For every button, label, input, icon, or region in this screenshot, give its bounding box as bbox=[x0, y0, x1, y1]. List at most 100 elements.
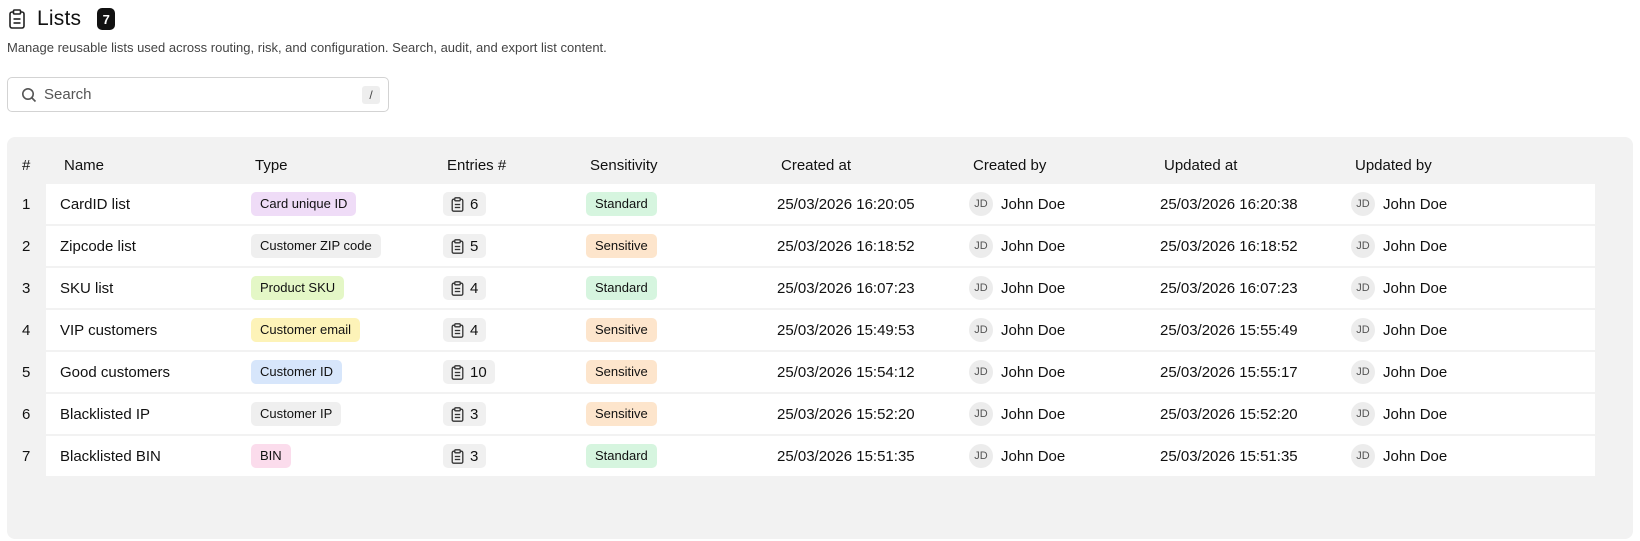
table-row[interactable]: 6 Blacklisted IP Customer IP 3 Sensitive… bbox=[22, 394, 1595, 434]
row-updated-at: 25/03/2026 16:18:52 bbox=[1160, 226, 1298, 266]
column-header-updated-by[interactable]: Updated by bbox=[1355, 157, 1432, 174]
created-by-value: John Doe bbox=[1001, 279, 1066, 297]
table-row[interactable]: 2 Zipcode list Customer ZIP code 5 Sensi… bbox=[22, 226, 1595, 266]
list-name: SKU list bbox=[60, 279, 114, 297]
sensitivity-badge: Standard bbox=[586, 276, 657, 300]
table-row[interactable]: 1 CardID list Card unique ID 6 Standard … bbox=[22, 184, 1595, 224]
row-name[interactable]: CardID list bbox=[60, 184, 130, 224]
row-updated-at: 25/03/2026 15:51:35 bbox=[1160, 436, 1298, 476]
row-entries: 10 bbox=[443, 352, 495, 392]
row-sensitivity: Sensitive bbox=[586, 352, 657, 392]
count-badge: 7 bbox=[97, 8, 116, 30]
row-created-by: JD John Doe bbox=[969, 436, 1065, 476]
column-header-index[interactable]: # bbox=[22, 157, 30, 174]
entries-badge: 3 bbox=[443, 402, 487, 426]
avatar: JD bbox=[969, 318, 993, 342]
column-header-type[interactable]: Type bbox=[255, 157, 288, 174]
entries-badge: 6 bbox=[443, 192, 487, 216]
row-name[interactable]: Good customers bbox=[60, 352, 170, 392]
column-header-name[interactable]: Name bbox=[64, 157, 104, 174]
sensitivity-badge: Sensitive bbox=[586, 234, 657, 258]
search-icon bbox=[21, 87, 37, 103]
created-by-value: John Doe bbox=[1001, 363, 1066, 381]
row-created-by: JD John Doe bbox=[969, 226, 1065, 266]
row-name[interactable]: Blacklisted IP bbox=[60, 394, 150, 434]
row-name[interactable]: Blacklisted BIN bbox=[60, 436, 161, 476]
row-entries: 3 bbox=[443, 436, 487, 476]
row-name[interactable]: SKU list bbox=[60, 268, 113, 308]
updated-by-value: John Doe bbox=[1383, 321, 1448, 339]
type-badge: Customer ZIP code bbox=[251, 234, 381, 258]
row-updated-at: 25/03/2026 16:20:38 bbox=[1160, 184, 1298, 224]
row-type: Customer ZIP code bbox=[251, 226, 381, 266]
column-header-updated-at[interactable]: Updated at bbox=[1164, 157, 1237, 174]
row-updated-by: JD John Doe bbox=[1351, 310, 1447, 350]
type-badge: Product SKU bbox=[251, 276, 345, 300]
avatar: JD bbox=[969, 402, 993, 426]
created-at-value: 25/03/2026 16:07:23 bbox=[777, 279, 915, 297]
type-badge: Customer IP bbox=[251, 402, 342, 426]
sensitivity-badge: Sensitive bbox=[586, 402, 657, 426]
search-input[interactable] bbox=[44, 86, 344, 103]
row-type: BIN bbox=[251, 436, 291, 476]
row-sensitivity: Standard bbox=[586, 268, 657, 308]
entries-badge: 4 bbox=[443, 318, 487, 342]
column-header-entries[interactable]: Entries # bbox=[447, 157, 506, 174]
row-updated-at: 25/03/2026 15:55:49 bbox=[1160, 310, 1298, 350]
avatar: JD bbox=[969, 234, 993, 258]
search-box[interactable]: / bbox=[7, 77, 389, 112]
row-created-at: 25/03/2026 15:54:12 bbox=[777, 352, 915, 392]
row-updated-at: 25/03/2026 15:55:17 bbox=[1160, 352, 1298, 392]
row-sensitivity: Standard bbox=[586, 436, 657, 476]
entries-count: 3 bbox=[470, 405, 479, 423]
sensitivity-badge: Standard bbox=[586, 192, 657, 216]
table-row[interactable]: 3 SKU list Product SKU 4 Standard 25/03/… bbox=[22, 268, 1595, 308]
created-by-value: John Doe bbox=[1001, 447, 1066, 465]
row-updated-at: 25/03/2026 15:52:20 bbox=[1160, 394, 1298, 434]
row-sensitivity: Sensitive bbox=[586, 310, 657, 350]
clipboard-list-icon bbox=[451, 364, 464, 380]
row-entries: 4 bbox=[443, 310, 487, 350]
list-name: Good customers bbox=[60, 363, 171, 381]
row-index: 5 bbox=[22, 364, 31, 381]
table-row[interactable]: 7 Blacklisted BIN BIN 3 Standard 25/03/2… bbox=[22, 436, 1595, 476]
table-row[interactable]: 5 Good customers Customer ID 10 Sensitiv… bbox=[22, 352, 1595, 392]
entries-count: 5 bbox=[470, 237, 479, 255]
created-at-value: 25/03/2026 15:51:35 bbox=[777, 447, 915, 465]
entries-badge: 10 bbox=[443, 360, 495, 384]
entries-badge: 5 bbox=[443, 234, 487, 258]
row-index: 3 bbox=[22, 280, 31, 297]
created-at-value: 25/03/2026 16:20:05 bbox=[777, 195, 915, 213]
row-updated-by: JD John Doe bbox=[1351, 226, 1447, 266]
avatar: JD bbox=[1351, 360, 1375, 384]
type-badge: Customer email bbox=[251, 318, 361, 342]
table-row[interactable]: 4 VIP customers Customer email 4 Sensiti… bbox=[22, 310, 1595, 350]
row-name[interactable]: Zipcode list bbox=[60, 226, 136, 266]
column-header-created-at[interactable]: Created at bbox=[781, 157, 851, 174]
type-badge: Customer ID bbox=[251, 360, 342, 384]
row-type: Customer email bbox=[251, 310, 361, 350]
row-created-by: JD John Doe bbox=[969, 394, 1065, 434]
entries-count: 10 bbox=[470, 363, 487, 381]
row-created-by: JD John Doe bbox=[969, 184, 1065, 224]
clipboard-list-icon bbox=[451, 448, 464, 464]
updated-at-value: 25/03/2026 16:07:23 bbox=[1160, 279, 1298, 297]
row-index: 1 bbox=[22, 196, 31, 213]
row-created-at: 25/03/2026 15:49:53 bbox=[777, 310, 915, 350]
row-updated-at: 25/03/2026 16:07:23 bbox=[1160, 268, 1298, 308]
row-type: Card unique ID bbox=[251, 184, 357, 224]
row-name[interactable]: VIP customers bbox=[60, 310, 157, 350]
entries-count: 3 bbox=[470, 447, 479, 465]
entries-count: 4 bbox=[470, 321, 479, 339]
avatar: JD bbox=[1351, 444, 1375, 468]
row-type: Product SKU bbox=[251, 268, 345, 308]
column-header-sensitivity[interactable]: Sensitivity bbox=[590, 157, 658, 174]
avatar: JD bbox=[1351, 192, 1375, 216]
avatar: JD bbox=[1351, 234, 1375, 258]
row-created-by: JD John Doe bbox=[969, 268, 1065, 308]
row-type: Customer ID bbox=[251, 352, 342, 392]
row-created-by: JD John Doe bbox=[969, 310, 1065, 350]
avatar: JD bbox=[1351, 276, 1375, 300]
updated-by-value: John Doe bbox=[1383, 405, 1448, 423]
column-header-created-by[interactable]: Created by bbox=[973, 157, 1046, 174]
